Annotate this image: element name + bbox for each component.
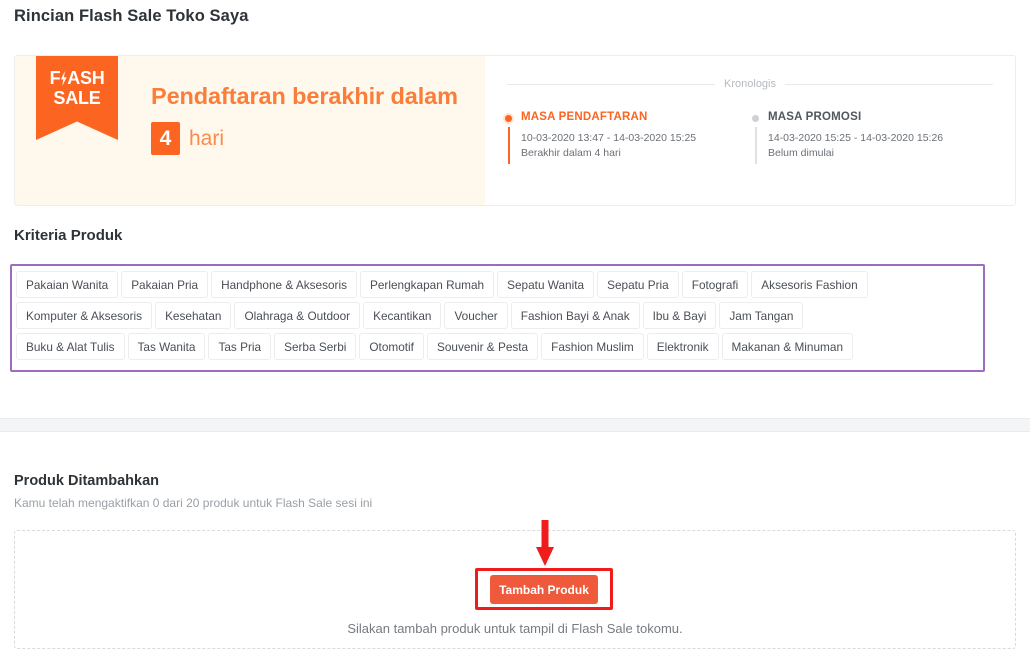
chronology-item-note: Belum dimulai bbox=[768, 147, 834, 159]
countdown-section: F ASH SALE Pendaftaran berakhir dalam 4 … bbox=[15, 56, 485, 205]
criteria-tag: Jam Tangan bbox=[719, 302, 804, 329]
criteria-tag: Makanan & Minuman bbox=[721, 333, 854, 360]
criteria-tag: Kecantikan bbox=[363, 302, 442, 329]
chronology-item-note: Berakhir dalam 4 hari bbox=[521, 147, 621, 159]
criteria-tag: Kesehatan bbox=[155, 302, 232, 329]
badge-letter-f: F bbox=[49, 68, 61, 88]
criteria-tag: Pakaian Wanita bbox=[16, 271, 119, 298]
section-separator bbox=[0, 418, 1030, 432]
timeline-stem bbox=[755, 127, 757, 164]
criteria-tag: Aksesoris Fashion bbox=[751, 271, 868, 298]
criteria-tag: Souvenir & Pesta bbox=[426, 333, 539, 360]
badge-letters-ash: ASH bbox=[67, 68, 105, 88]
chronology-item-range: 14-03-2020 15:25 - 14-03-2020 15:26 bbox=[768, 132, 944, 144]
chronology-label: Kronologis bbox=[724, 78, 776, 90]
chronology-item-title: MASA PROMOSI bbox=[768, 111, 862, 123]
divider-rule-left bbox=[507, 83, 716, 85]
badge-line-2: SALE bbox=[53, 88, 101, 108]
countdown-headline: Pendaftaran berakhir dalam bbox=[151, 83, 458, 109]
criteria-tag: Fashion Bayi & Anak bbox=[510, 302, 640, 329]
add-product-button[interactable]: Tambah Produk bbox=[490, 575, 598, 604]
flash-sale-badge-icon: F ASH SALE bbox=[36, 56, 118, 140]
criteria-tag: Sepatu Wanita bbox=[497, 271, 595, 298]
page-title: Rincian Flash Sale Toko Saya bbox=[14, 7, 249, 25]
criteria-annotation-box: Pakaian Wanita Pakaian Pria Handphone & Ak… bbox=[10, 264, 985, 372]
chronology-items: MASA PENDAFTARAN 10-03-2020 13:47 - 14-0… bbox=[501, 111, 999, 164]
criteria-tag: Olahraga & Outdoor bbox=[234, 302, 361, 329]
countdown-text-block: Pendaftaran berakhir dalam 4 hari bbox=[151, 83, 458, 155]
criteria-tag: Fotografi bbox=[681, 271, 749, 298]
criteria-tag: Komputer & Aksesoris bbox=[16, 302, 153, 329]
status-dot-icon bbox=[505, 115, 512, 122]
criteria-tag-row: Buku & Alat Tulis Tas Wanita Tas Pria Serba… bbox=[16, 333, 979, 360]
criteria-tag: Otomotif bbox=[359, 333, 424, 360]
chronology-divider: Kronologis bbox=[501, 78, 999, 90]
criteria-tag: Pakaian Pria bbox=[121, 271, 209, 298]
countdown-days-unit: hari bbox=[189, 126, 225, 150]
criteria-tag-row: Komputer & Aksesoris Kesehatan Olahraga & … bbox=[16, 302, 979, 329]
badge-line-1: F ASH bbox=[50, 69, 105, 88]
divider-rule-right bbox=[785, 83, 994, 85]
empty-state-caption: Silakan tambah produk untuk tampil di Fl… bbox=[347, 621, 683, 636]
criteria-tag: Tas Pria bbox=[208, 333, 272, 360]
criteria-tag: Fashion Muslim bbox=[541, 333, 644, 360]
countdown-days-row: 4 hari bbox=[151, 122, 458, 155]
status-dot-icon bbox=[752, 115, 759, 122]
criteria-tag: Handphone & Aksesoris bbox=[211, 271, 357, 298]
added-products-heading: Produk Ditambahkan bbox=[14, 473, 160, 489]
criteria-tag: Tas Wanita bbox=[127, 333, 206, 360]
criteria-tag: Perlengkapan Rumah bbox=[360, 271, 495, 298]
added-products-subtitle: Kamu telah mengaktifkan 0 dari 20 produk… bbox=[14, 496, 373, 510]
criteria-tag-row: Pakaian Wanita Pakaian Pria Handphone & Ak… bbox=[16, 271, 979, 298]
flash-sale-detail-page: Rincian Flash Sale Toko Saya F ASH SALE … bbox=[0, 0, 1030, 649]
chronology-item-title: MASA PENDAFTARAN bbox=[521, 111, 648, 123]
criteria-tag-rows: Pakaian Wanita Pakaian Pria Handphone & Ak… bbox=[16, 271, 979, 360]
criteria-tag: Elektronik bbox=[646, 333, 719, 360]
chronology-item-range: 10-03-2020 13:47 - 14-03-2020 15:25 bbox=[521, 132, 697, 144]
chronology-item-promotion: MASA PROMOSI 14-03-2020 15:25 - 14-03-20… bbox=[752, 111, 999, 164]
chronology-section: Kronologis MASA PENDAFTARAN 10-03-2020 1… bbox=[485, 56, 1015, 205]
criteria-tag: Ibu & Bayi bbox=[642, 302, 717, 329]
countdown-days-number: 4 bbox=[151, 122, 180, 155]
chronology-item-registration: MASA PENDAFTARAN 10-03-2020 13:47 - 14-0… bbox=[505, 111, 752, 164]
criteria-tag: Sepatu Pria bbox=[597, 271, 679, 298]
criteria-tag: Buku & Alat Tulis bbox=[16, 333, 125, 360]
timeline-stem bbox=[508, 127, 510, 164]
criteria-tag: Serba Serbi bbox=[274, 333, 357, 360]
criteria-heading: Kriteria Produk bbox=[14, 227, 123, 244]
countdown-header-panel: F ASH SALE Pendaftaran berakhir dalam 4 … bbox=[14, 55, 1016, 206]
criteria-tag: Voucher bbox=[444, 302, 508, 329]
